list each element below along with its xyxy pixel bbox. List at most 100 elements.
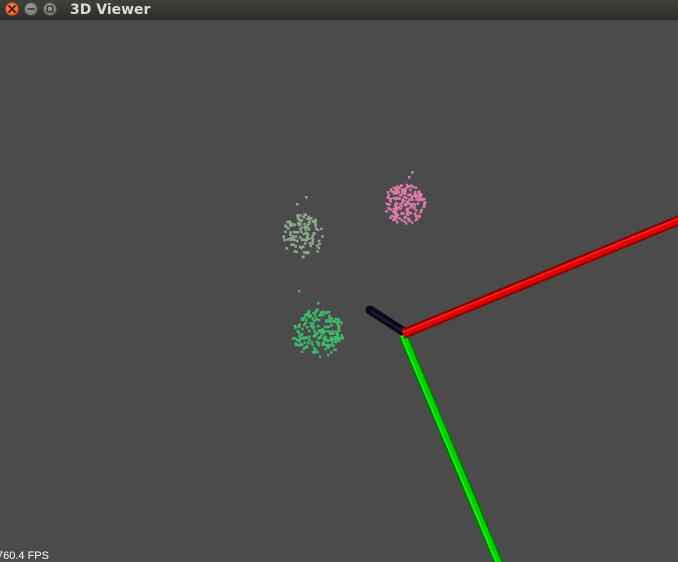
point: [303, 323, 306, 327]
point: [306, 250, 309, 254]
point: [320, 227, 323, 230]
point: [295, 338, 299, 342]
point: [408, 198, 411, 201]
point: [291, 235, 295, 238]
point: [298, 339, 301, 343]
point: [309, 244, 312, 248]
point: [386, 196, 390, 199]
point: [406, 185, 409, 189]
point: [285, 247, 289, 250]
point: [303, 222, 306, 226]
point: [413, 192, 417, 195]
point: [414, 215, 418, 218]
point: [325, 320, 328, 323]
point: [403, 191, 407, 194]
point: [322, 343, 326, 346]
point: [333, 320, 336, 323]
point: [333, 348, 336, 351]
close-button[interactable]: [5, 2, 19, 16]
point: [325, 338, 328, 341]
point: [327, 325, 331, 329]
point: [419, 211, 422, 214]
title-bar[interactable]: 3D Viewer: [0, 0, 678, 20]
scene-canvas[interactable]: [0, 20, 678, 562]
point: [293, 250, 297, 253]
point: [294, 235, 298, 238]
maximize-button[interactable]: [43, 2, 57, 16]
point: [335, 332, 339, 335]
point: [330, 317, 334, 320]
point: [298, 337, 302, 341]
point: [389, 208, 392, 211]
point: [291, 222, 294, 226]
point: [283, 239, 286, 242]
point: [300, 230, 303, 234]
point: [315, 318, 319, 321]
point: [321, 235, 324, 238]
point: [302, 232, 306, 236]
point: [328, 316, 331, 319]
point: [337, 318, 340, 321]
point: [293, 238, 296, 242]
point: [408, 176, 411, 179]
point: [401, 201, 404, 204]
point: [298, 334, 301, 338]
point: [316, 250, 319, 253]
point: [310, 341, 314, 344]
point: [300, 247, 303, 250]
point: [300, 238, 304, 241]
point: [398, 186, 401, 189]
3d-viewport[interactable]: 760.4 FPS: [0, 20, 678, 562]
point: [385, 210, 388, 213]
point: [301, 343, 304, 346]
point: [407, 218, 410, 221]
point: [308, 218, 312, 221]
point: [409, 206, 412, 209]
point: [311, 237, 315, 241]
point: [311, 317, 314, 320]
point: [299, 222, 302, 226]
point: [321, 330, 325, 334]
point: [286, 238, 290, 241]
point: [392, 208, 396, 212]
point: [290, 243, 293, 246]
point: [340, 337, 343, 340]
point: [414, 218, 418, 222]
point: [299, 214, 302, 217]
point: [284, 224, 287, 227]
point: [411, 198, 414, 202]
point: [398, 217, 401, 220]
point: [413, 203, 416, 207]
point: [306, 345, 309, 349]
point: [410, 203, 414, 206]
minimize-button[interactable]: [24, 2, 38, 16]
point: [318, 242, 321, 245]
point: [412, 206, 415, 210]
point: [337, 320, 340, 323]
point: [405, 222, 408, 225]
point: [409, 193, 412, 196]
point: [418, 215, 421, 218]
point: [317, 246, 321, 250]
point: [282, 236, 285, 239]
point: [284, 230, 287, 233]
point: [330, 323, 333, 327]
point: [296, 231, 300, 234]
point: [406, 209, 409, 212]
point: [300, 350, 304, 353]
point: [394, 217, 397, 221]
green-point-cloud: [291, 290, 345, 358]
point: [400, 204, 403, 208]
point: [397, 190, 401, 194]
point: [416, 202, 420, 205]
point: [399, 207, 402, 210]
point: [309, 322, 312, 325]
point: [389, 216, 392, 219]
point: [316, 228, 320, 232]
point: [292, 243, 295, 246]
point: [298, 290, 301, 293]
point: [400, 212, 403, 215]
point: [316, 244, 319, 247]
point: [315, 310, 318, 313]
point: [317, 302, 320, 305]
